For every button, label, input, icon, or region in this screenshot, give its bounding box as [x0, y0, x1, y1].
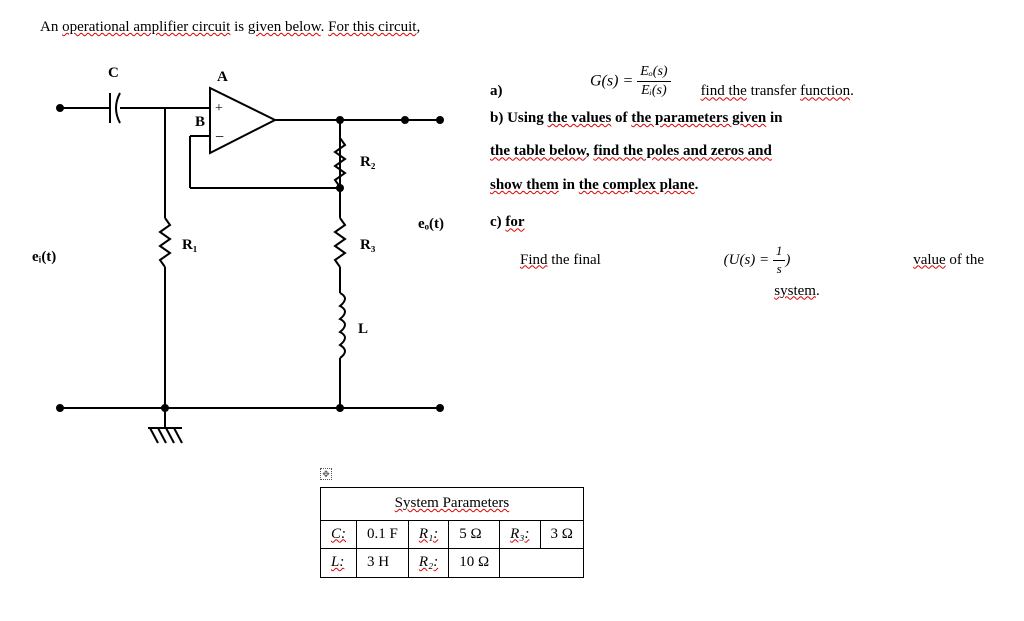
- qc-system: system: [774, 283, 816, 299]
- qb3-3: the complex plane: [579, 177, 695, 193]
- ueq-l: (U(s) =: [724, 252, 773, 268]
- qb3-2: in: [559, 177, 579, 193]
- qa-text: find the transfer function.: [701, 82, 854, 102]
- table-title: System Parameters: [395, 495, 510, 511]
- svg-text:+: +: [215, 101, 223, 116]
- qb-prefix: b): [490, 110, 507, 126]
- intro-t2: operational amplifier circuit: [62, 19, 230, 35]
- label-r2: R₂: [360, 153, 375, 173]
- label-l: L: [358, 320, 368, 340]
- table-title-cell: System Parameters: [321, 488, 584, 521]
- qb3-4: .: [695, 177, 699, 193]
- qb3-1: show them: [490, 177, 559, 193]
- qa-t2: transfer: [747, 83, 800, 99]
- parameter-table-area: ✥ System Parameters C: 0.1 F R₁: 5 Ω R₃:…: [320, 468, 984, 578]
- qb-t4: the parameters given: [631, 110, 766, 126]
- intro-t6: For this circuit: [328, 19, 416, 35]
- cell-c-lbl: C:: [331, 526, 346, 542]
- qa-t3d: .: [850, 83, 854, 99]
- qc-for: for: [505, 214, 524, 230]
- eq-den: Eᵢ(s): [637, 82, 670, 100]
- label-eo: eₒ(t): [418, 215, 444, 235]
- parameter-table: System Parameters C: 0.1 F R₁: 5 Ω R₃: 3…: [320, 487, 584, 578]
- label-c: C: [108, 64, 119, 84]
- u-eq: (U(s) = 1 s ): [601, 243, 913, 278]
- cell-r1-lbl: R₁:: [419, 526, 438, 542]
- label-r1: R₁: [182, 236, 197, 256]
- qb-t3: of: [611, 110, 631, 126]
- transfer-eq: G(s) = Eₒ(s) Eᵢ(s): [530, 63, 671, 100]
- intro-t4: given below: [248, 19, 321, 35]
- qc-prefix: c): [490, 214, 505, 230]
- qb-line2: the table below, find the poles and zero…: [490, 142, 984, 162]
- qc-thefinal: the final: [548, 252, 601, 268]
- cell-r2-val: 10 Ω: [449, 549, 500, 578]
- qc-find: Find: [520, 252, 548, 268]
- label-b: B: [195, 113, 205, 133]
- qa-t3: function: [800, 83, 850, 99]
- qa-prefix: a): [490, 82, 530, 102]
- qb-t2: the values: [548, 110, 612, 126]
- intro-t7: ,: [416, 19, 420, 35]
- label-a: A: [217, 68, 228, 88]
- label-r3: R₃: [360, 236, 375, 256]
- qb-t1: Using: [507, 110, 547, 126]
- ueq-den: s: [773, 261, 786, 278]
- circuit-diagram: + −: [40, 58, 460, 438]
- move-handle-icon[interactable]: ✥: [320, 468, 332, 480]
- qc-line2: Find the final (U(s) = 1 s ) value of th…: [490, 243, 984, 278]
- qb2-3: find the poles and zeros and: [593, 143, 772, 159]
- eq-lhs: G(s) =: [590, 72, 637, 89]
- qc-line3: system.: [490, 282, 984, 302]
- qa-t1: find the: [701, 83, 747, 99]
- cell-l-val: 3 H: [357, 549, 409, 578]
- svg-text:−: −: [215, 129, 224, 146]
- qb-line3: show them in the complex plane.: [490, 176, 984, 196]
- qb-line1: b) Using the values of the parameters gi…: [490, 109, 984, 129]
- cell-r3-val: 3 Ω: [540, 520, 583, 549]
- ueq-num: 1: [773, 243, 786, 261]
- cell-empty: [500, 549, 584, 578]
- intro-t3: is: [230, 19, 248, 35]
- cell-r1-val: 5 Ω: [449, 520, 500, 549]
- label-ei: eᵢ(t): [32, 248, 56, 268]
- cell-l-lbl: L:: [331, 554, 344, 570]
- qc-ofthe: of the: [946, 252, 984, 268]
- qc-dot: .: [816, 283, 820, 299]
- qb2-1: the table below: [490, 143, 586, 159]
- eq-num: Eₒ(s): [637, 63, 670, 82]
- cell-r2-lbl: R₂:: [419, 554, 438, 570]
- cell-r3-lbl: R₃:: [510, 526, 529, 542]
- qb-t5: in: [766, 110, 782, 126]
- question-block: a) G(s) = Eₒ(s) Eᵢ(s) find the transfer …: [490, 58, 984, 438]
- intro-t1: An: [40, 19, 62, 35]
- cell-c-val: 0.1 F: [357, 520, 409, 549]
- qc-value: value: [913, 252, 945, 268]
- ueq-r: ): [785, 252, 790, 268]
- qc-line1: c) for: [490, 213, 984, 233]
- intro-text: An operational amplifier circuit is give…: [40, 18, 984, 38]
